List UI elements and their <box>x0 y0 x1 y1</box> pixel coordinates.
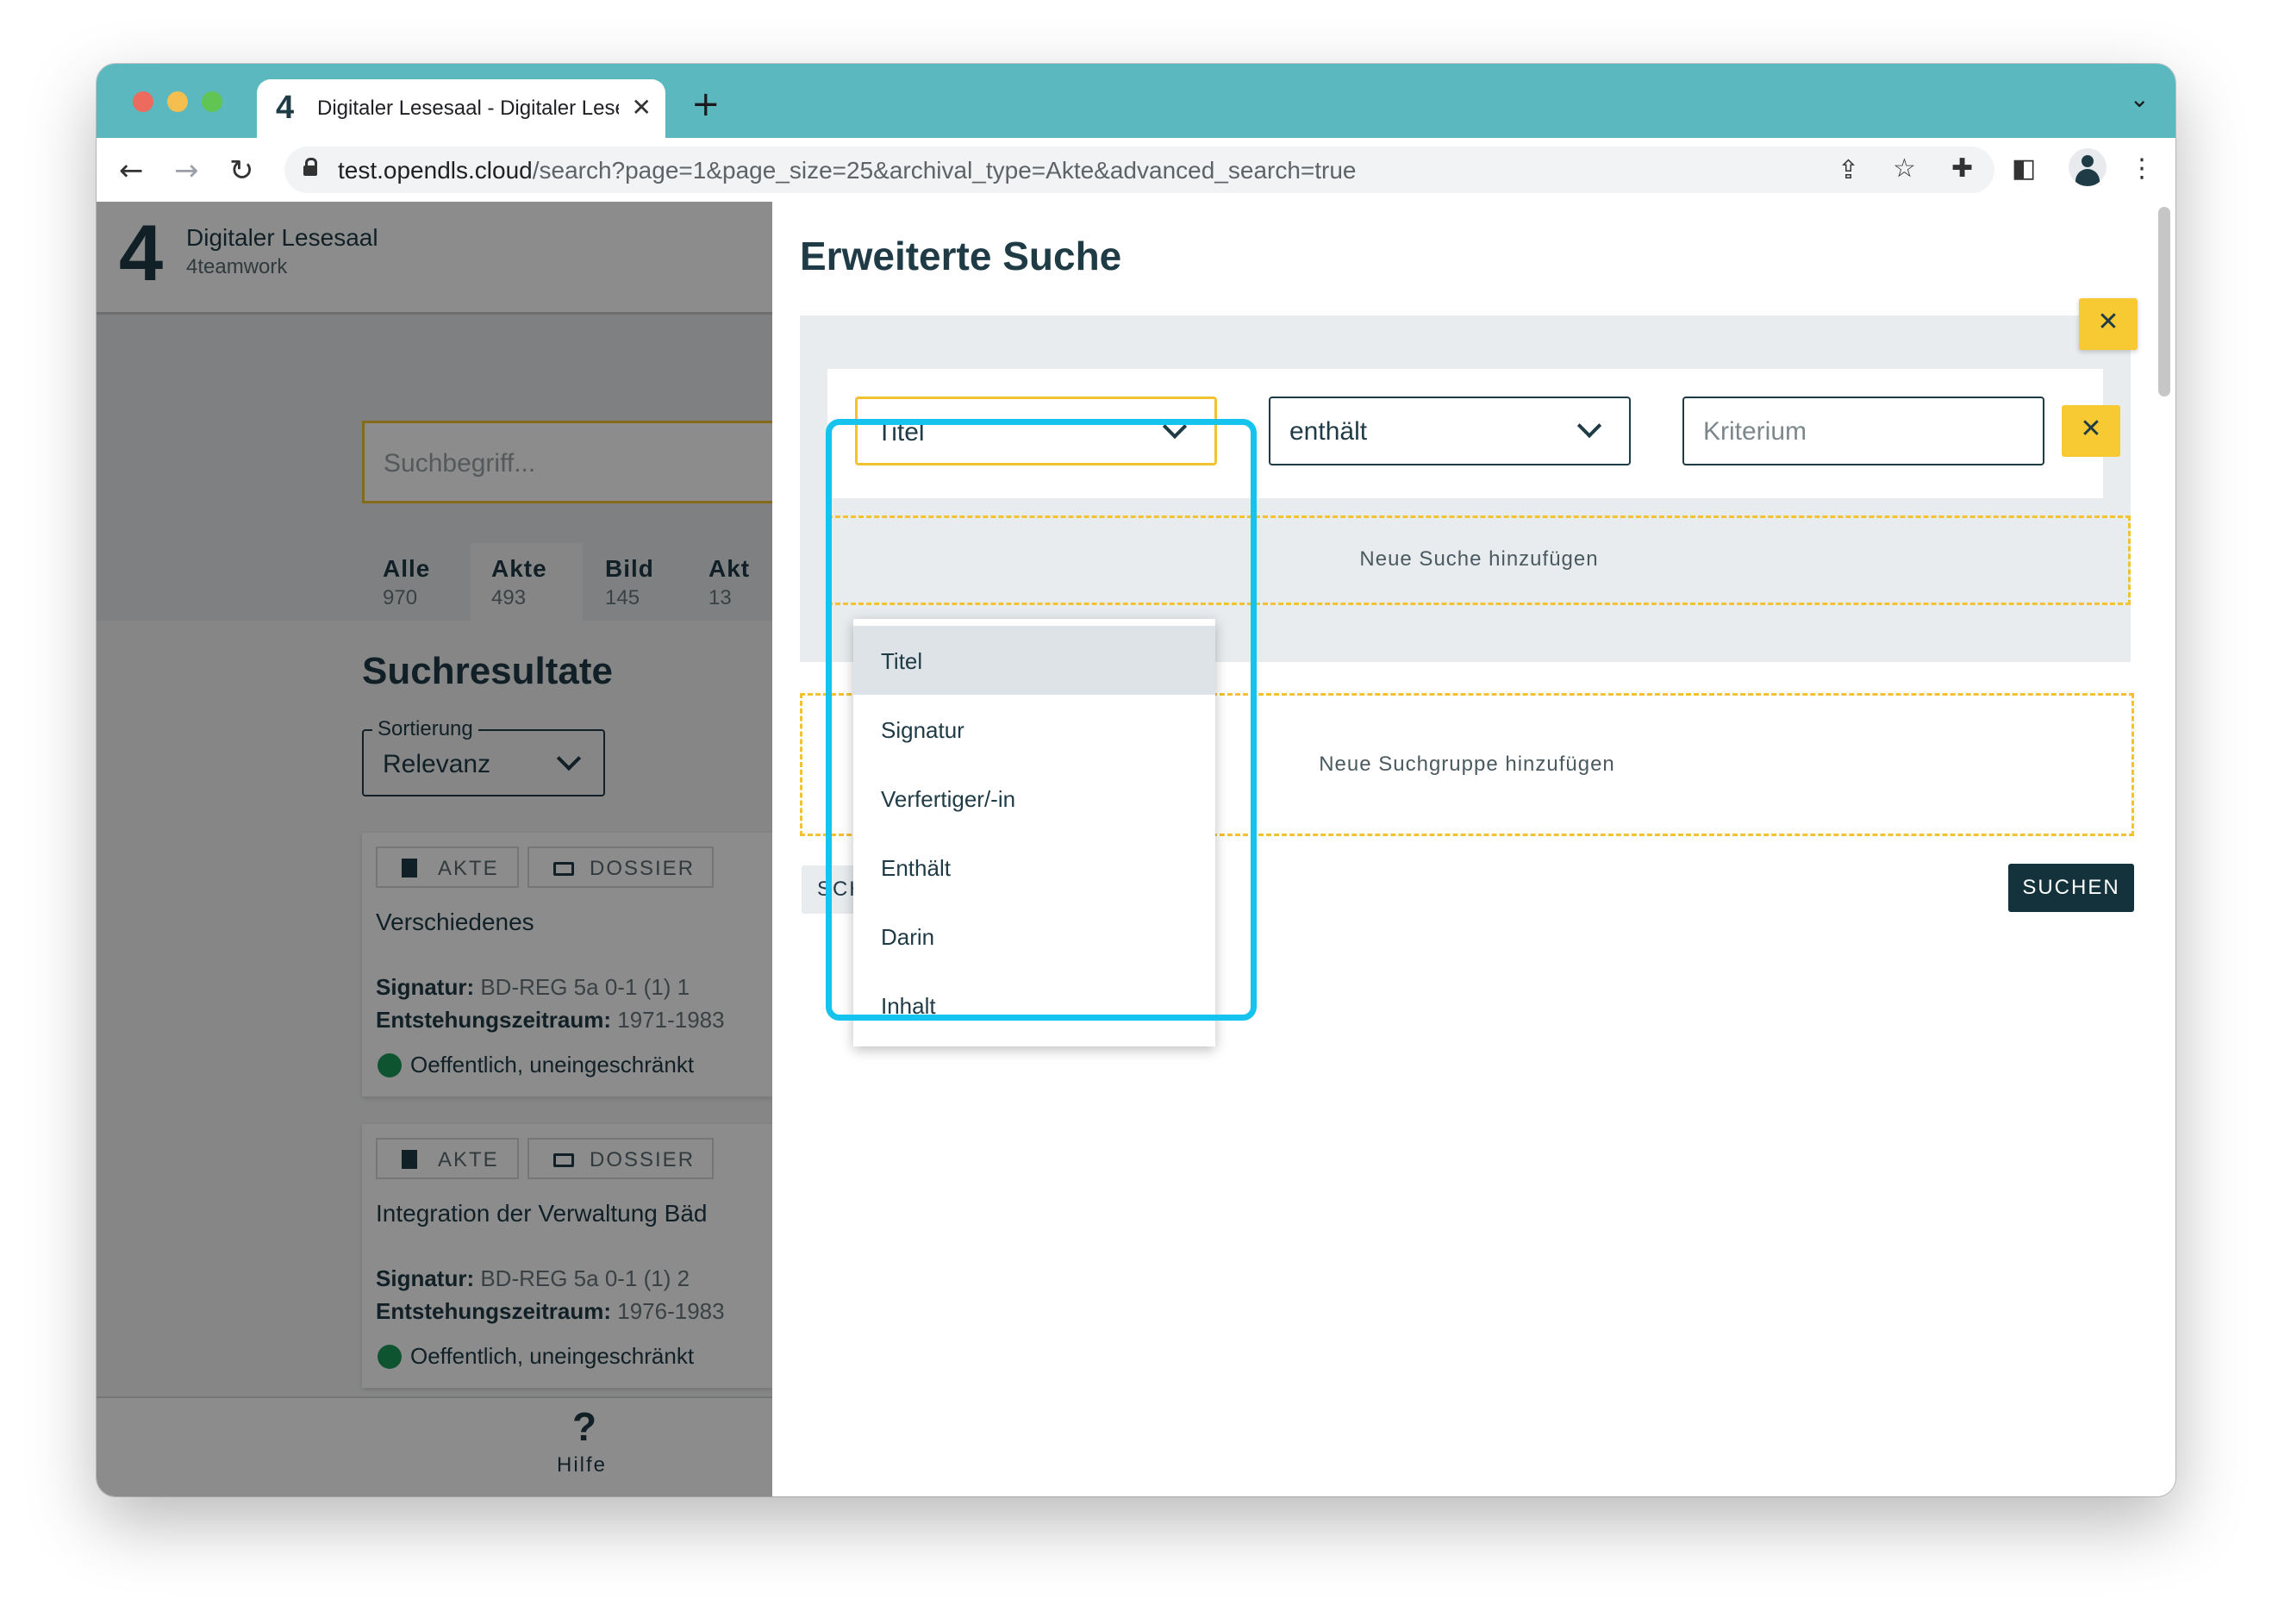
share-icon[interactable]: ⇪ <box>1838 155 1859 185</box>
tab-close-icon[interactable]: ✕ <box>632 93 652 122</box>
remove-row-button[interactable]: ✕ <box>2062 405 2120 457</box>
search-button[interactable]: SUCHEN <box>2008 864 2134 912</box>
bookmark-star-icon[interactable]: ☆ <box>1893 153 1916 184</box>
favicon-icon: 4 <box>276 90 295 126</box>
browser-toolbar: ← → ↻ test.opendls.cloud/search?page=1&p… <box>97 138 2175 203</box>
minimize-window-button[interactable] <box>167 91 188 112</box>
tab-search-chevron-icon[interactable]: ⌄ <box>2130 84 2150 113</box>
url-text: test.opendls.cloud/search?page=1&page_si… <box>338 157 1357 184</box>
search-page: 4 Digitaler Lesesaal 4teamwork Suchbegri… <box>97 202 772 1496</box>
back-arrow-icon[interactable]: ← <box>119 153 144 188</box>
close-icon: ✕ <box>2097 307 2119 337</box>
modal-backdrop[interactable] <box>97 202 772 1496</box>
panel-title: Erweiterte Suche <box>800 234 1122 278</box>
tab-title: Digitaler Lesesaal - Digitaler Lesesaal <box>317 97 619 120</box>
operator-select[interactable]: enthält <box>1269 397 1631 465</box>
lock-icon[interactable] <box>303 158 317 176</box>
extensions-puzzle-icon[interactable]: ✚ <box>1951 153 1973 184</box>
address-bar[interactable]: test.opendls.cloud/search?page=1&page_si… <box>284 147 1994 193</box>
forward-arrow-icon[interactable]: → <box>174 153 199 188</box>
close-window-button[interactable] <box>133 91 153 112</box>
page-content: 4 Digitaler Lesesaal 4teamwork Suchbegri… <box>97 202 2175 1496</box>
profile-avatar-icon[interactable] <box>2069 148 2107 186</box>
maximize-window-button[interactable] <box>202 91 222 112</box>
reload-icon[interactable]: ↻ <box>229 153 254 188</box>
side-panel-icon[interactable]: ◧ <box>2012 153 2036 184</box>
criterion-input[interactable]: Kriterium <box>1682 397 2044 465</box>
browser-tab[interactable]: 4 Digitaler Lesesaal - Digitaler Lesesaa… <box>257 79 665 138</box>
scrollbar[interactable] <box>2158 207 2170 397</box>
new-tab-button[interactable]: + <box>691 84 721 124</box>
browser-menu-icon[interactable]: ⋮ <box>2129 153 2155 184</box>
remove-group-button[interactable]: ✕ <box>2079 298 2138 350</box>
close-icon: ✕ <box>2080 414 2102 444</box>
title-bar: 4 Digitaler Lesesaal - Digitaler Lesesaa… <box>97 64 2175 138</box>
browser-window: 4 Digitaler Lesesaal - Digitaler Lesesaa… <box>97 64 2175 1496</box>
highlight-annotation-box <box>826 419 1257 1021</box>
chevron-down-icon <box>1576 413 1602 439</box>
